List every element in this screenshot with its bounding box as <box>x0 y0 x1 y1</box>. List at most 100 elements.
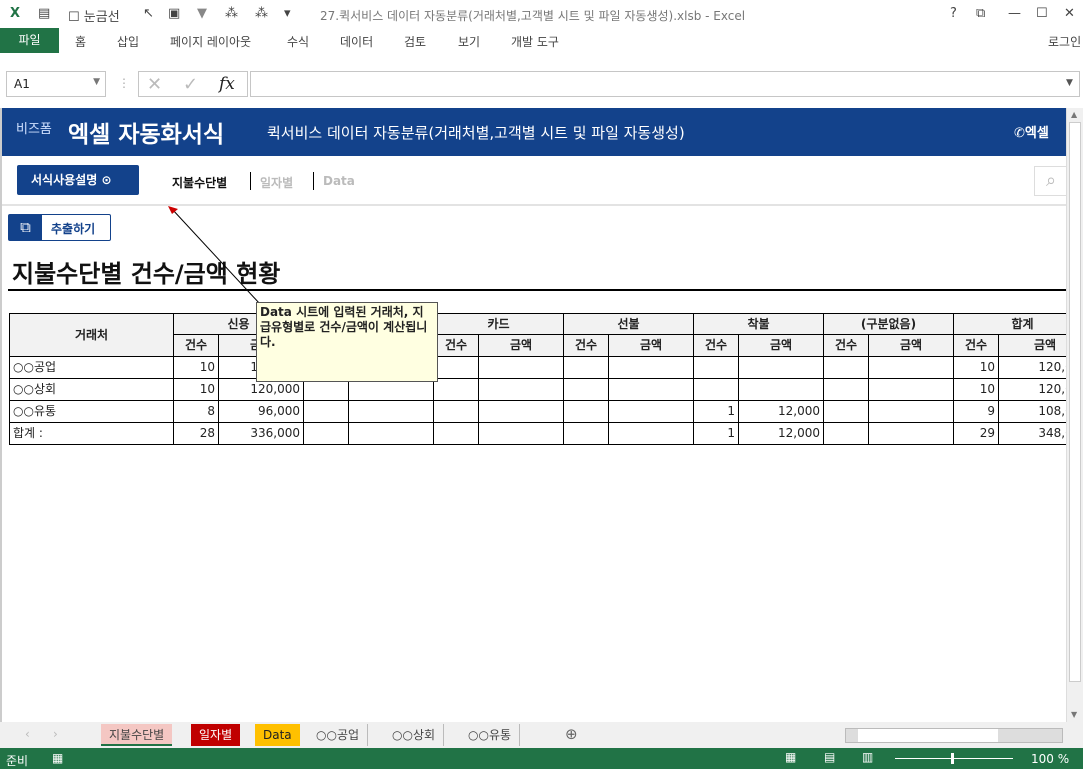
ribbon-tab-4[interactable]: 수식 <box>287 33 309 50</box>
table-cell[interactable] <box>824 401 869 423</box>
cancel-icon[interactable]: ✕ <box>147 74 162 95</box>
header-count[interactable]: 건수 <box>434 335 479 357</box>
table-cell[interactable]: 28 <box>174 423 219 445</box>
ribbon-tab-2[interactable]: 삽입 <box>117 33 139 50</box>
table-cell[interactable] <box>479 379 564 401</box>
table-cell[interactable] <box>434 357 479 379</box>
table-cell[interactable]: 12,000 <box>739 401 824 423</box>
camera-icon[interactable]: ▣ <box>168 6 180 21</box>
table-cell[interactable] <box>824 423 869 445</box>
normal-view-icon[interactable]: ▦ <box>785 750 796 764</box>
table-cell[interactable] <box>304 401 349 423</box>
table-cell[interactable]: 120,000 <box>999 379 1066 401</box>
ribbon-tab-8[interactable]: 개발 도구 <box>511 33 559 50</box>
table-cell[interactable] <box>304 379 349 401</box>
sheet-tab[interactable]: ○○상회 <box>384 724 445 746</box>
table-cell[interactable] <box>434 423 479 445</box>
add-sheet-icon[interactable]: ⊕ <box>565 725 578 743</box>
ribbon-tab-5[interactable]: 데이터 <box>340 33 373 50</box>
row-client[interactable]: ○○유통 <box>9 401 174 423</box>
table-cell[interactable]: 348,000 <box>999 423 1066 445</box>
header-client[interactable]: 거래처 <box>9 313 174 357</box>
table-cell[interactable] <box>824 357 869 379</box>
header-amount[interactable]: 금액 <box>739 335 824 357</box>
page-break-icon[interactable]: ▥ <box>862 750 873 764</box>
minimize-button[interactable]: — <box>1008 6 1021 21</box>
gridlines-checkbox[interactable]: ☐ 눈금선 <box>68 6 120 25</box>
header-amount[interactable]: 금액 <box>869 335 954 357</box>
table-cell[interactable]: 108,000 <box>999 401 1066 423</box>
header-amount[interactable]: 금액 <box>999 335 1066 357</box>
login-link[interactable]: 로그인 <box>1048 33 1081 50</box>
zoom-slider[interactable] <box>895 753 1013 764</box>
table-cell[interactable]: 29 <box>954 423 999 445</box>
sheet-tab[interactable]: Data <box>255 724 300 746</box>
table-cell[interactable]: 10 <box>954 357 999 379</box>
horizontal-scrollbar[interactable] <box>845 728 1063 743</box>
table-cell[interactable]: 12,000 <box>739 423 824 445</box>
sheet-tab[interactable]: ○○공업 <box>308 724 369 746</box>
ribbon-tab-1[interactable]: 홈 <box>75 33 86 50</box>
header-count[interactable]: 건수 <box>564 335 609 357</box>
table-cell[interactable]: 10 <box>174 357 219 379</box>
table-cell[interactable] <box>564 401 609 423</box>
next-sheet-icon[interactable]: › <box>53 727 58 741</box>
table-cell[interactable] <box>564 357 609 379</box>
header-group[interactable]: 카드 <box>434 313 564 335</box>
header-count[interactable]: 건수 <box>174 335 219 357</box>
table-cell[interactable] <box>434 379 479 401</box>
table-cell[interactable] <box>349 379 434 401</box>
row-client[interactable]: ○○상회 <box>9 379 174 401</box>
header-group[interactable]: 선불 <box>564 313 694 335</box>
ribbon-tab-7[interactable]: 보기 <box>458 33 480 50</box>
table-cell[interactable] <box>694 379 739 401</box>
header-group[interactable]: 착불 <box>694 313 824 335</box>
table-cell[interactable]: 9 <box>954 401 999 423</box>
table-cell[interactable]: 10 <box>174 379 219 401</box>
table-cell[interactable] <box>869 357 954 379</box>
table-cell[interactable] <box>479 357 564 379</box>
ribbon-tab-0[interactable]: 파일 <box>0 28 59 53</box>
scroll-up-icon[interactable]: ▲ <box>1071 110 1077 119</box>
customize-qat-icon[interactable]: ▾ <box>284 6 291 21</box>
table-cell[interactable] <box>434 401 479 423</box>
ribbon-display-button[interactable]: ⧉ <box>976 6 985 21</box>
header-group[interactable]: (구분없음) <box>824 313 954 335</box>
table-cell[interactable]: 1 <box>694 401 739 423</box>
zoom-level[interactable]: 100 % <box>1031 752 1069 766</box>
row-client[interactable]: ○○공업 <box>9 357 174 379</box>
table-cell[interactable]: 336,000 <box>219 423 304 445</box>
insert-function-button[interactable]: fx <box>219 74 235 94</box>
table-cell[interactable] <box>739 357 824 379</box>
table-cell[interactable] <box>564 379 609 401</box>
prev-sheet-icon[interactable]: ‹ <box>25 727 30 741</box>
row-client[interactable]: 합계 : <box>9 423 174 445</box>
table-cell[interactable] <box>694 357 739 379</box>
sheet-tab[interactable]: 일자별 <box>191 724 241 746</box>
header-amount[interactable]: 금액 <box>609 335 694 357</box>
scroll-down-icon[interactable]: ▼ <box>1071 710 1077 719</box>
header-group[interactable]: 합계 <box>954 313 1066 335</box>
table-cell[interactable] <box>869 401 954 423</box>
sheet-tab[interactable]: 지불수단별 <box>101 724 173 746</box>
ribbon-tab-6[interactable]: 검토 <box>404 33 426 50</box>
enter-icon[interactable]: ✓ <box>183 74 198 95</box>
clear-filter-icon[interactable]: ▼ <box>197 6 207 21</box>
table-cell[interactable] <box>824 379 869 401</box>
expand-formula-icon[interactable]: ▼ <box>1066 78 1073 88</box>
table-cell[interactable] <box>609 357 694 379</box>
table-cell[interactable] <box>609 379 694 401</box>
table-cell[interactable] <box>349 423 434 445</box>
table-cell[interactable] <box>564 423 609 445</box>
maximize-button[interactable]: ☐ <box>1036 6 1048 21</box>
header-count[interactable]: 건수 <box>954 335 999 357</box>
table-cell[interactable] <box>609 423 694 445</box>
close-button[interactable]: ✕ <box>1064 6 1075 21</box>
select-pointer-icon[interactable]: ↖ <box>143 6 154 21</box>
ribbon-tab-3[interactable]: 페이지 레이아웃 <box>170 33 251 50</box>
help-button[interactable]: ? <box>950 6 957 21</box>
table-cell[interactable]: 10 <box>954 379 999 401</box>
table-cell[interactable] <box>739 379 824 401</box>
header-count[interactable]: 건수 <box>824 335 869 357</box>
macro-record-icon[interactable]: ▦ <box>52 751 63 765</box>
